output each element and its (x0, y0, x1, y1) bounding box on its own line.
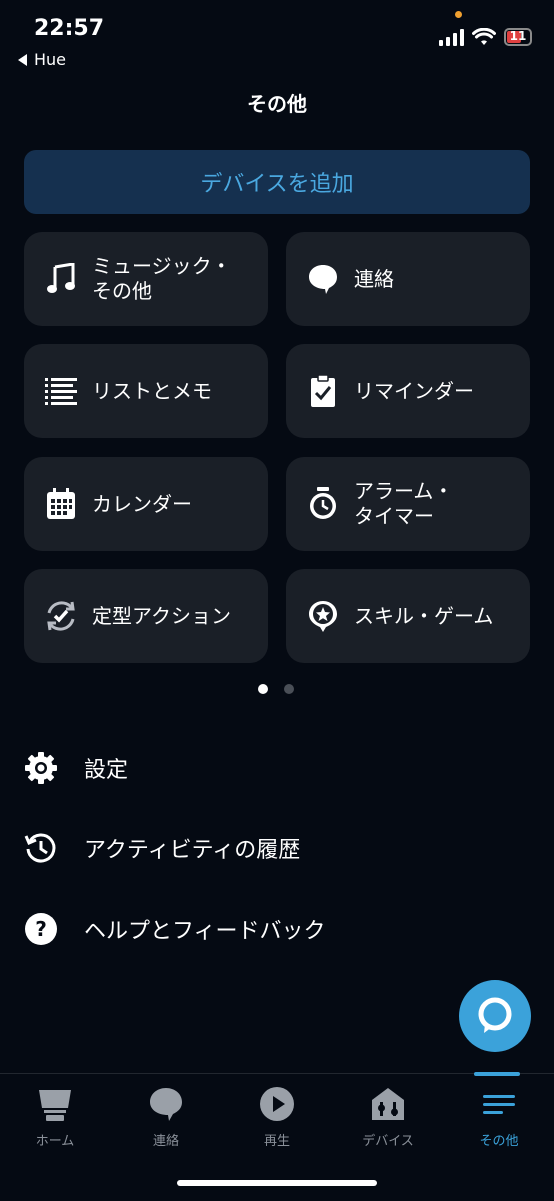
tile-skills-games[interactable]: スキル・ゲーム (286, 569, 530, 663)
alexa-voice-button[interactable] (459, 980, 531, 1052)
wifi-icon (472, 28, 496, 45)
tile-reminders[interactable]: リマインダー (286, 344, 530, 438)
list-icon (44, 374, 78, 408)
calendar-icon (44, 487, 78, 521)
home-icon (35, 1084, 75, 1124)
tab-communication[interactable]: 連絡 (111, 1084, 221, 1149)
page-dot[interactable] (284, 684, 294, 694)
battery-level: 11 (509, 29, 527, 43)
back-app-label: Hue (34, 50, 67, 69)
tab-more[interactable]: その他 (444, 1084, 554, 1149)
menu-item-settings[interactable]: 設定 (24, 748, 128, 788)
routine-check-icon (44, 599, 78, 633)
privacy-indicator-dot (455, 11, 462, 18)
page-dot-active[interactable] (258, 684, 268, 694)
tile-routines[interactable]: 定型アクション (24, 569, 268, 663)
menu-label: アクティビティの履歴 (84, 838, 301, 863)
tile-label: カレンダー (92, 491, 192, 516)
music-note-icon (44, 262, 78, 296)
tab-label: 再生 (263, 1134, 290, 1149)
cellular-signal-icon (439, 28, 464, 46)
tile-communication[interactable]: 連絡 (286, 232, 530, 326)
chat-bubble-icon (306, 262, 340, 296)
battery-icon: 11 (504, 28, 532, 46)
tile-label: 連絡 (354, 266, 394, 291)
skill-star-icon (306, 599, 340, 633)
add-device-button[interactable]: デバイスを追加 (24, 150, 530, 214)
menu-label: 設定 (84, 758, 129, 783)
back-arrow-icon (18, 53, 27, 66)
clipboard-check-icon (306, 374, 340, 408)
tile-label: リマインダー (354, 378, 474, 403)
alexa-ring-icon (478, 997, 512, 1033)
tile-lists-notes[interactable]: リストとメモ (24, 344, 268, 438)
play-icon (257, 1084, 297, 1124)
tile-music[interactable]: ミュージック・ その他 (24, 232, 268, 326)
tile-label: リストとメモ (92, 378, 212, 403)
history-icon (24, 831, 58, 865)
menu-item-activity-history[interactable]: アクティビティの履歴 (24, 828, 300, 868)
tile-calendar[interactable]: カレンダー (24, 457, 268, 551)
tile-label: スキル・ゲーム (354, 603, 494, 628)
tile-label: ミュージック・ その他 (92, 254, 232, 303)
status-icons: 11 (439, 28, 532, 46)
add-device-label: デバイスを追加 (200, 172, 354, 197)
help-icon: ? (24, 912, 58, 946)
active-tab-indicator (474, 1072, 520, 1076)
menu-item-help-feedback[interactable]: ? ヘルプとフィードバック (24, 909, 326, 949)
svg-text:?: ? (35, 917, 47, 941)
tile-label: 定型アクション (92, 603, 231, 628)
tab-devices[interactable]: デバイス (333, 1084, 443, 1149)
alarm-clock-icon (306, 487, 340, 521)
chat-bubble-icon (146, 1084, 186, 1124)
tab-label: デバイス (362, 1134, 414, 1149)
tile-alarms-timers[interactable]: アラーム・ タイマー (286, 457, 530, 551)
tile-label: アラーム・ タイマー (354, 479, 454, 528)
tab-home[interactable]: ホーム (0, 1084, 110, 1149)
tab-play[interactable]: 再生 (222, 1084, 332, 1149)
page-title: その他 (247, 92, 307, 116)
gear-icon (24, 751, 58, 785)
page-indicator (258, 684, 294, 694)
tab-label: ホーム (35, 1134, 75, 1149)
tab-label: 連絡 (152, 1134, 179, 1149)
menu-label: ヘルプとフィードバック (84, 919, 326, 944)
menu-icon (479, 1084, 519, 1124)
tab-label: その他 (479, 1134, 519, 1149)
home-indicator[interactable] (177, 1180, 377, 1186)
devices-icon (368, 1084, 408, 1124)
status-time: 22:57 (34, 16, 105, 41)
back-to-app-button[interactable]: Hue (18, 50, 66, 69)
